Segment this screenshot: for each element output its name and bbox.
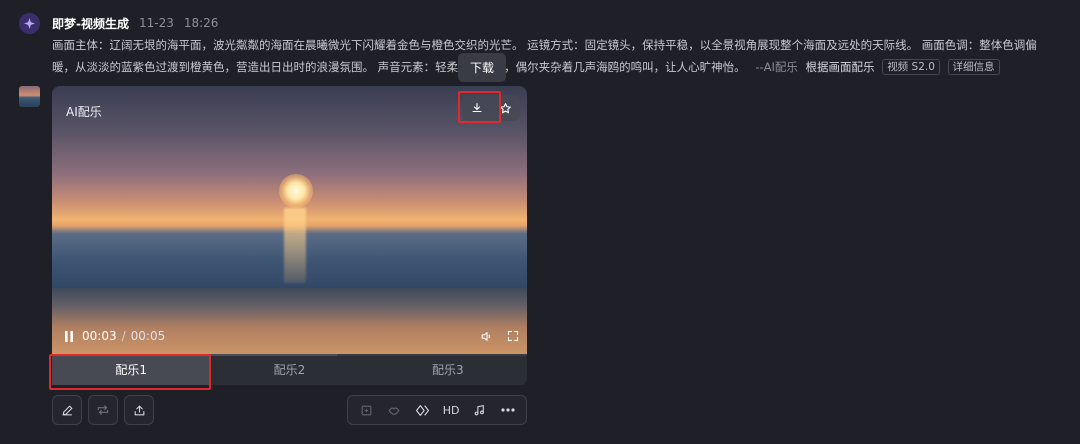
model-tag: 视频 S2.0 <box>882 59 940 75</box>
message-time: 18:26 <box>183 16 219 30</box>
frame-plus-icon <box>361 405 372 415</box>
prompt-text-block: 画面主体：辽阔无垠的海平面，波光粼粼的海面在晨曦微光下闪耀着金色与橙色交织的光芒… <box>52 34 1052 78</box>
repeat-icon <box>97 405 109 415</box>
video-label: AI配乐 <box>66 105 102 119</box>
share-button[interactable] <box>124 395 154 425</box>
music-note-icon <box>474 404 484 415</box>
pause-icon[interactable] <box>64 330 74 342</box>
time-separator: / <box>121 329 126 343</box>
lip-sync-button[interactable] <box>383 399 405 421</box>
sun <box>279 174 313 208</box>
controls-right <box>480 330 519 343</box>
details-tag[interactable]: 详细信息 <box>947 59 1000 75</box>
prompt-suffix: --AI配乐 <box>755 60 798 74</box>
sun-reflection <box>284 208 306 283</box>
volume-icon[interactable] <box>480 330 493 343</box>
pencil-icon <box>62 405 72 415</box>
music-by-scene-link[interactable]: 根据画面配乐 <box>806 60 875 74</box>
fullscreen-icon[interactable] <box>507 330 519 342</box>
video-player[interactable]: AI配乐 00:03 / 00:05 <box>52 86 527 354</box>
extend-button[interactable] <box>355 399 377 421</box>
message-header: 即梦-视频生成 11-23 18:26 <box>52 14 218 32</box>
total-time: 00:05 <box>130 329 166 343</box>
hd-button[interactable]: HD <box>440 399 462 421</box>
app-name: 即梦-视频生成 <box>52 16 129 31</box>
frame-interpolate-button[interactable] <box>412 399 434 421</box>
edit-button[interactable] <box>52 395 82 425</box>
tab-music-3[interactable]: 配乐3 <box>369 354 527 385</box>
lips-icon <box>388 407 401 415</box>
more-button[interactable] <box>497 399 519 421</box>
music-button[interactable] <box>468 399 490 421</box>
regenerate-button[interactable] <box>88 395 118 425</box>
current-time: 00:03 <box>82 329 117 343</box>
download-tooltip: 下载 <box>458 53 506 82</box>
chat-page: 即梦-视频生成 11-23 18:26 画面主体：辽阔无垠的海平面，波光粼粼的海… <box>0 0 1080 444</box>
beach <box>52 288 527 354</box>
message-date: 11-23 <box>138 16 174 30</box>
highlight-box-download <box>458 91 501 123</box>
more-icon <box>501 408 515 412</box>
video-action-group: HD <box>347 395 527 425</box>
sparkle-icon <box>24 18 35 29</box>
highlight-box-music-1 <box>49 354 211 390</box>
video-controls: 00:03 / 00:05 <box>64 328 519 344</box>
tab-music-2[interactable]: 配乐2 <box>210 354 368 385</box>
upload-icon <box>134 405 144 415</box>
app-avatar <box>19 13 40 34</box>
video-thumbnail-avatar <box>19 86 40 107</box>
diamond-icon <box>416 404 430 416</box>
